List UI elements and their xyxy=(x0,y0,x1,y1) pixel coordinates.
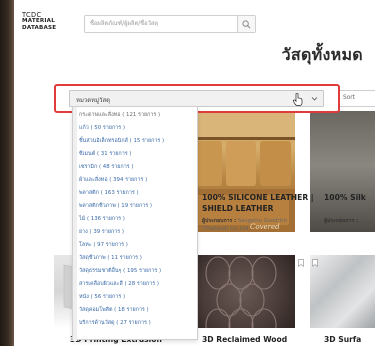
category-select-value: หมวดหมู่วัสดุ xyxy=(76,97,111,104)
dropdown-option[interactable]: ไม้ ( 136 รายการ ) xyxy=(79,215,125,223)
card-producer: ผู้ประกอบการ : Sangetsu Goodrich (Thaila… xyxy=(202,218,287,233)
card-image-3d-surface[interactable] xyxy=(310,255,375,328)
background-edge xyxy=(0,0,14,346)
dropdown-option[interactable]: ผ้าและสิ่งทอ ( 394 รายการ ) xyxy=(79,176,147,184)
card-image-reclaimed-wood[interactable] xyxy=(188,255,295,328)
card-title[interactable]: 3D Reclaimed Wood xyxy=(202,334,287,345)
card-title-line: SHIELD LEATHER xyxy=(202,204,274,213)
page: TCDC MATERIAL DATABASE วัสดุทั้งหมด Cove… xyxy=(14,0,375,346)
bookmark-icon[interactable] xyxy=(312,259,318,267)
card-image-silk[interactable] xyxy=(310,111,375,232)
dropdown-option[interactable]: หนัง ( 56 รายการ ) xyxy=(79,293,125,301)
page-title: วัสดุทั้งหมด xyxy=(281,45,363,64)
dropdown-scroll-strip xyxy=(73,107,77,341)
dropdown-option[interactable]: วัสดุชีวภาพ ( 11 รายการ ) xyxy=(79,254,142,262)
card-title[interactable]: 3D Surfa xyxy=(324,334,361,345)
producer-label: ผู้ประกอบการ : xyxy=(202,218,237,224)
dropdown-option[interactable]: ซีเมนต์ ( 31 รายการ ) xyxy=(79,150,131,158)
tcdc-logo[interactable]: TCDC MATERIAL DATABASE xyxy=(22,11,66,31)
dropdown-option[interactable]: วัสดุธรรมชาติอื่นๆ ( 195 รายการ ) xyxy=(79,267,161,275)
sort-select[interactable]: Sort xyxy=(338,90,375,107)
dropdown-option[interactable]: กระดาษและสิ่งทอ ( 121 รายการ ) xyxy=(79,111,160,119)
card-producer: ผู้ประกอบการ : xyxy=(324,218,358,226)
hand-cursor-icon xyxy=(293,93,303,106)
search-icon xyxy=(242,19,251,28)
card-title[interactable]: 100% Silk xyxy=(324,192,366,203)
producer-label: ผู้ประกอบการ : xyxy=(324,218,359,224)
chevron-down-icon xyxy=(311,97,318,101)
card-title[interactable]: 100% SILICONE LEATHER | SHIELD LEATHER xyxy=(202,192,314,214)
dropdown-option[interactable]: ยาง ( 39 รายการ ) xyxy=(79,228,124,236)
search-input[interactable] xyxy=(85,16,235,32)
category-select[interactable]: หมวดหมู่วัสดุ xyxy=(69,90,324,107)
dropdown-option[interactable]: วัสดุคอมโพสิต ( 18 รายการ ) xyxy=(79,306,149,314)
dropdown-option[interactable]: เซรามิก ( 48 รายการ ) xyxy=(79,163,133,171)
dropdown-option[interactable]: แก้ว ( 50 รายการ ) xyxy=(79,124,125,132)
producer-name: Sangetsu Goodrich xyxy=(237,218,288,224)
search-button[interactable] xyxy=(237,16,255,32)
category-dropdown-list[interactable]: กระดาษและสิ่งทอ ( 121 รายการ ) แก้ว ( 50… xyxy=(72,106,198,341)
sort-select-value: Sort xyxy=(343,95,355,101)
dropdown-option[interactable]: สารเคลือบผิวและสี ( 28 รายการ ) xyxy=(79,280,159,288)
search-bar xyxy=(84,15,256,33)
producer-name: (Thailand) Co.,Ltd. xyxy=(202,225,250,232)
dropdown-option[interactable]: ชิ้นส่วนอิเล็กทรอนิกส์ ( 15 รายการ ) xyxy=(79,137,164,145)
dropdown-option[interactable]: พลาสติกชีวภาพ ( 19 รายการ ) xyxy=(79,202,152,210)
logo-text-database: DATABASE xyxy=(22,24,57,31)
dropdown-option[interactable]: บริการด้านวัสดุ ( 27 รายการ ) xyxy=(79,319,151,327)
bookmark-icon[interactable] xyxy=(298,259,304,267)
dropdown-option[interactable]: พลาสติก ( 163 รายการ ) xyxy=(79,189,139,197)
dropdown-option[interactable]: โลหะ ( 97 รายการ ) xyxy=(79,241,128,249)
card-title-line: 100% SILICONE LEATHER | xyxy=(202,193,314,202)
